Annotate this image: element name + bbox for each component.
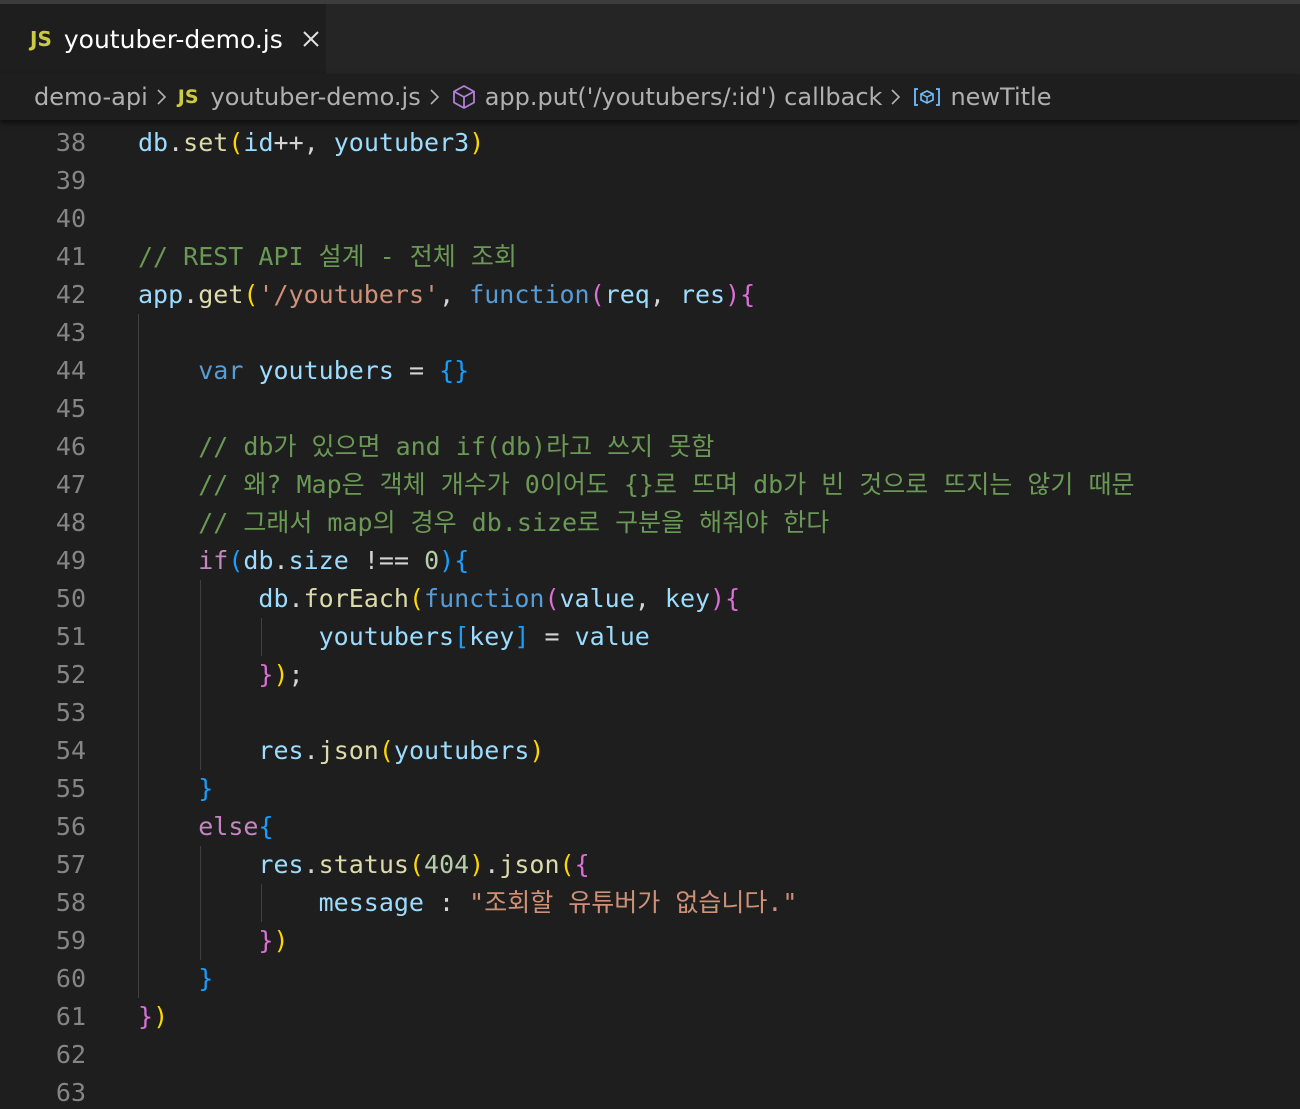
- code-text: }: [198, 964, 214, 993]
- line-number: 59: [55, 926, 86, 955]
- chevron-right-icon: [429, 87, 441, 107]
- code-text: // 그래서 map의 경우 db.size로 구분을 해줘야 한다: [198, 508, 830, 537]
- line-number: 45: [55, 394, 86, 423]
- code-line[interactable]: 61}): [0, 998, 1300, 1036]
- code-text: else{: [198, 812, 274, 841]
- breadcrumb-folder-label: demo-api: [34, 83, 148, 111]
- breadcrumb-variable[interactable]: newTitle: [912, 83, 1051, 111]
- chevron-right-icon: [156, 87, 168, 107]
- code-line[interactable]: 58 message : "조회할 유튜버가 없습니다.": [0, 884, 1300, 922]
- code-text: // db가 있으면 and if(db)라고 쓰지 못함: [198, 432, 715, 461]
- breadcrumb-folder[interactable]: demo-api: [34, 83, 148, 111]
- code-text: message : "조회할 유튜버가 없습니다.": [318, 888, 798, 917]
- code-text: res.status(404).json({: [258, 850, 590, 879]
- javascript-file-icon: JS: [177, 86, 199, 108]
- code-line[interactable]: 47 // 왜? Map은 객체 개수가 0이어도 {}로 뜨며 db가 빈 것…: [0, 466, 1300, 504]
- tab-label: youtuber-demo.js: [63, 24, 283, 54]
- code-line[interactable]: 38 db.set(id++, youtuber3): [0, 124, 1300, 162]
- code-line[interactable]: 59 }): [0, 922, 1300, 960]
- code-line[interactable]: 43: [0, 314, 1300, 352]
- line-number: 48: [55, 508, 86, 537]
- code-text: }): [138, 1002, 169, 1031]
- line-number: 40: [55, 204, 86, 233]
- line-number: 39: [55, 166, 86, 195]
- javascript-file-icon: JS: [30, 27, 52, 51]
- line-number: 56: [55, 812, 86, 841]
- code-text: db.forEach(function(value, key){: [258, 584, 741, 613]
- line-number: 44: [55, 356, 86, 385]
- code-line[interactable]: 48 // 그래서 map의 경우 db.size로 구분을 해줘야 한다: [0, 504, 1300, 542]
- code-line[interactable]: 60 }: [0, 960, 1300, 998]
- editor-window: JS youtuber-demo.js demo-api JS youtuber…: [0, 0, 1300, 1109]
- close-icon[interactable]: [299, 27, 323, 51]
- code-line[interactable]: 56 else{: [0, 808, 1300, 846]
- code-line[interactable]: 46 // db가 있으면 and if(db)라고 쓰지 못함: [0, 428, 1300, 466]
- variable-icon: [912, 86, 942, 108]
- line-number: 60: [55, 964, 86, 993]
- line-number: 46: [55, 432, 86, 461]
- line-number: 53: [55, 698, 86, 727]
- cube-method-icon: [451, 84, 477, 110]
- line-number: 41: [55, 242, 86, 271]
- code-line[interactable]: 62: [0, 1036, 1300, 1074]
- line-number: 54: [55, 736, 86, 765]
- tab-bar: JS youtuber-demo.js: [0, 0, 1300, 74]
- line-number: 47: [55, 470, 86, 499]
- code-text: app.get('/youtubers', function(req, res)…: [138, 280, 756, 309]
- code-text: });: [258, 660, 304, 689]
- code-line[interactable]: 55 }: [0, 770, 1300, 808]
- code-line[interactable]: 52 });: [0, 656, 1300, 694]
- line-number: 63: [55, 1078, 86, 1107]
- code-editor[interactable]: 38 db.set(id++, youtuber3) 39 40 41 // REST A…: [0, 120, 1300, 1109]
- code-line[interactable]: 63: [0, 1074, 1300, 1109]
- code-text: var youtubers = {}: [198, 356, 470, 385]
- code-text: // REST API 설계 - 전체 조회: [138, 242, 517, 271]
- code-line[interactable]: 57 res.status(404).json({: [0, 846, 1300, 884]
- line-number: 51: [55, 622, 86, 651]
- code-text: }): [258, 926, 289, 955]
- code-line[interactable]: 54 res.json(youtubers): [0, 732, 1300, 770]
- code-line[interactable]: 45: [0, 390, 1300, 428]
- line-number: 55: [55, 774, 86, 803]
- code-text: }: [198, 774, 214, 803]
- code-line[interactable]: 53: [0, 694, 1300, 732]
- line-number: 57: [55, 850, 86, 879]
- line-number: 62: [55, 1040, 86, 1069]
- line-number: 61: [55, 1002, 86, 1031]
- code-line[interactable]: 42 app.get('/youtubers', function(req, re…: [0, 276, 1300, 314]
- line-number: 43: [55, 318, 86, 347]
- line-number: 50: [55, 584, 86, 613]
- line-number: 58: [55, 888, 86, 917]
- code-line[interactable]: 40: [0, 200, 1300, 238]
- line-number: 38: [55, 128, 86, 157]
- code-line[interactable]: 49 if(db.size !== 0){: [0, 542, 1300, 580]
- code-line[interactable]: 44 var youtubers = {}: [0, 352, 1300, 390]
- code-line[interactable]: 51 youtubers[key] = value: [0, 618, 1300, 656]
- code-text: db.set(id++, youtuber3): [138, 128, 485, 157]
- code-text: youtubers[key] = value: [318, 622, 650, 651]
- breadcrumb: demo-api JS youtuber-demo.js app.put('/y…: [0, 74, 1300, 120]
- breadcrumb-symbol[interactable]: app.put('/youtubers/:id') callback: [451, 83, 883, 111]
- line-number: 49: [55, 546, 86, 575]
- code-line[interactable]: 50 db.forEach(function(value, key){: [0, 580, 1300, 618]
- code-line[interactable]: 41 // REST API 설계 - 전체 조회: [0, 238, 1300, 276]
- code-text: // 왜? Map은 객체 개수가 0이어도 {}로 뜨며 db가 빈 것으로 …: [198, 470, 1135, 499]
- breadcrumb-file-label: youtuber-demo.js: [210, 83, 421, 111]
- code-text: res.json(youtubers): [258, 736, 545, 765]
- line-number: 42: [55, 280, 86, 309]
- breadcrumb-variable-label: newTitle: [950, 83, 1052, 111]
- line-number: 52: [55, 660, 86, 689]
- code-line[interactable]: 39: [0, 162, 1300, 200]
- code-text: if(db.size !== 0){: [198, 546, 470, 575]
- breadcrumb-file[interactable]: JS youtuber-demo.js: [178, 83, 421, 111]
- chevron-right-icon: [890, 87, 902, 107]
- breadcrumb-symbol-label: app.put('/youtubers/:id') callback: [484, 83, 883, 111]
- tab-youtuber-demo[interactable]: JS youtuber-demo.js: [0, 4, 326, 74]
